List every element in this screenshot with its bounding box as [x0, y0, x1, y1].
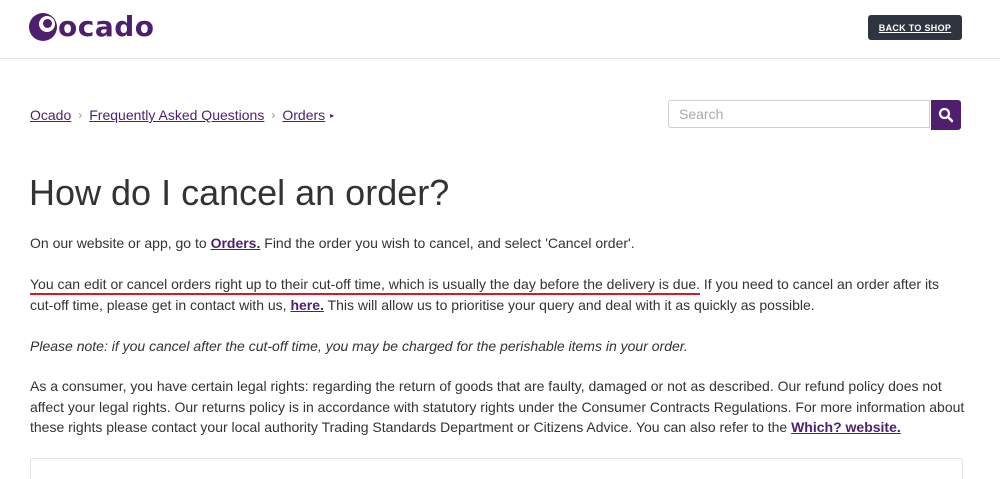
content-panel: [30, 458, 963, 479]
search-icon: [938, 107, 954, 123]
site-header: ocado BACK TO SHOP: [0, 0, 1000, 59]
breadcrumb-item-orders[interactable]: Orders: [282, 107, 325, 123]
caret-right-icon[interactable]: ▸: [330, 111, 334, 120]
p1-before: On our website or app, go to: [30, 235, 211, 251]
paragraph-cutoff: You can edit or cancel orders right up t…: [30, 274, 965, 315]
ocado-logo[interactable]: ocado: [29, 10, 155, 44]
p1-after: Find the order you wish to cancel, and s…: [260, 235, 635, 251]
cutoff-highlight: You can edit or cancel orders right up t…: [30, 276, 701, 292]
breadcrumb: Ocado › Frequently Asked Questions › Ord…: [30, 107, 334, 123]
page-title: How do I cancel an order?: [29, 172, 450, 213]
breadcrumb-item-ocado[interactable]: Ocado: [30, 107, 71, 123]
contact-here-link[interactable]: here.: [290, 297, 323, 313]
p2-tail: This will allow us to prioritise your qu…: [323, 296, 815, 313]
search-input[interactable]: Search: [668, 100, 930, 128]
breadcrumb-item-faq[interactable]: Frequently Asked Questions: [89, 107, 264, 123]
which-website-link[interactable]: Which? website.: [791, 419, 901, 435]
search-button[interactable]: [931, 100, 961, 130]
orders-link[interactable]: Orders.: [211, 235, 261, 251]
logo-mark-icon: [29, 13, 57, 41]
paragraph-note: Please note: if you cancel after the cut…: [30, 338, 688, 354]
breadcrumb-separator: ›: [271, 108, 276, 122]
paragraph-legal-rights: As a consumer, you have certain legal ri…: [30, 376, 965, 438]
back-to-shop-button[interactable]: BACK TO SHOP: [868, 15, 962, 40]
breadcrumb-separator: ›: [78, 108, 83, 122]
paragraph-orders: On our website or app, go to Orders. Fin…: [30, 233, 965, 254]
logo-text: ocado: [58, 10, 155, 43]
